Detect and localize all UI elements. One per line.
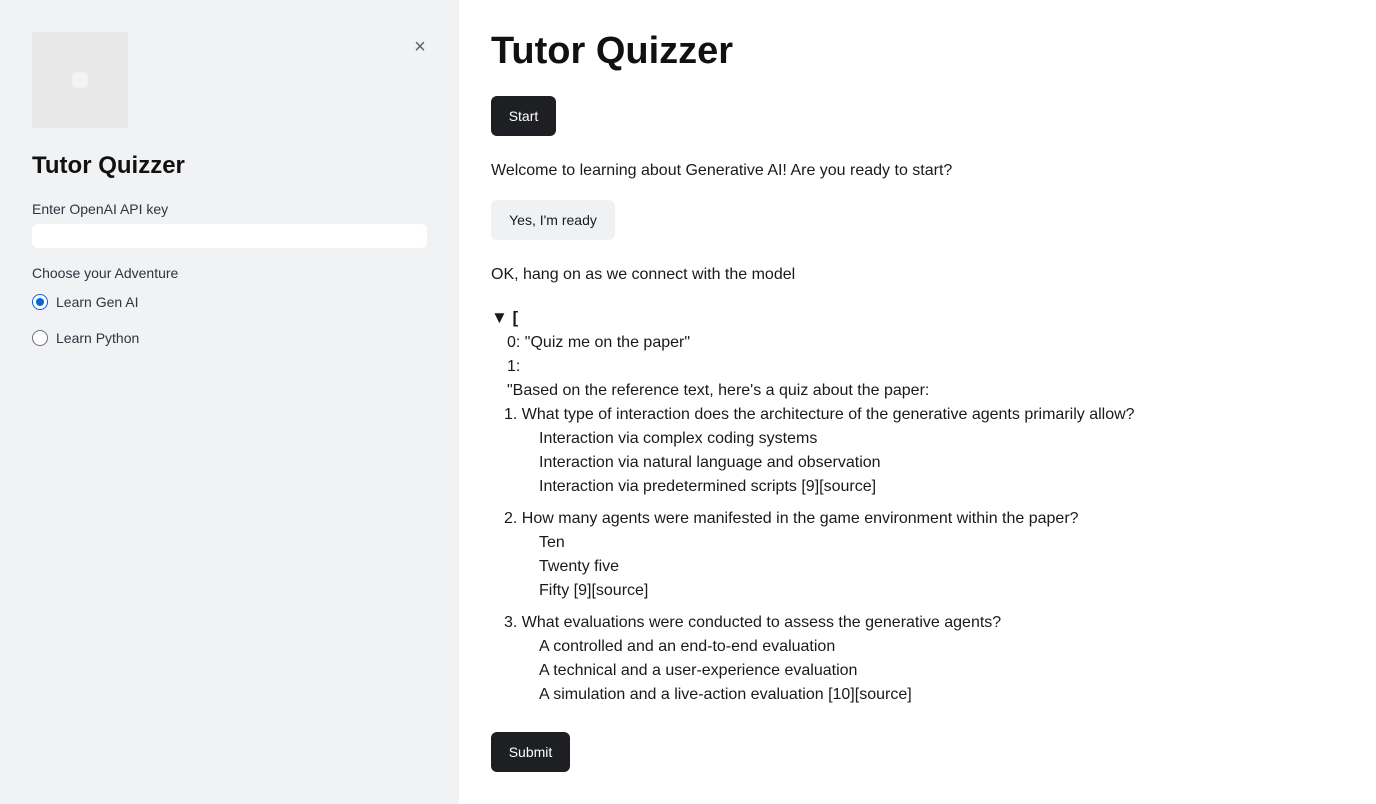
- quiz-option: A technical and a user-experience evalua…: [539, 662, 858, 679]
- quiz-option: Fifty [9][source]: [539, 582, 649, 599]
- logo-image: [32, 32, 128, 128]
- radio-selected-icon[interactable]: [32, 294, 48, 310]
- json-expand-toggle[interactable]: ▼ [: [491, 308, 518, 328]
- quiz-question-2: 2. How many agents were manifested in th…: [504, 510, 1079, 527]
- radio-label: Learn Gen AI: [56, 294, 139, 310]
- json-item-1-key: 1:: [507, 358, 521, 375]
- quiz-option: Ten: [539, 534, 565, 551]
- quiz-option: A controlled and an end-to-end evaluatio…: [539, 638, 836, 655]
- page-title: Tutor Quizzer: [491, 30, 734, 72]
- sidebar: × Tutor Quizzer Enter OpenAI API key Cho…: [0, 0, 459, 804]
- api-key-label: Enter OpenAI API key: [32, 201, 169, 217]
- close-sidebar-button[interactable]: ×: [410, 36, 430, 58]
- adventure-label: Choose your Adventure: [32, 265, 179, 281]
- app-window: × Tutor Quizzer Enter OpenAI API key Cho…: [0, 0, 1376, 804]
- json-item-0: 0: "Quiz me on the paper": [507, 334, 691, 351]
- quiz-option: Twenty five: [539, 558, 620, 575]
- quiz-option: Interaction via complex coding systems: [539, 430, 818, 447]
- radio-label: Learn Python: [56, 330, 140, 346]
- ready-button[interactable]: Yes, I'm ready: [491, 200, 615, 240]
- quiz-option: A simulation and a live-action evaluatio…: [539, 686, 912, 703]
- quiz-question-1: 1. What type of interaction does the arc…: [504, 406, 1135, 423]
- quiz-intro: "Based on the reference text, here's a q…: [507, 382, 930, 399]
- radio-learn-python[interactable]: Learn Python: [32, 328, 139, 348]
- welcome-message: Welcome to learning about Generative AI!…: [491, 162, 953, 179]
- submit-button[interactable]: Submit: [491, 732, 570, 772]
- quiz-option: Interaction via natural language and obs…: [539, 454, 881, 471]
- start-button[interactable]: Start: [491, 96, 556, 136]
- radio-learn-gen-ai[interactable]: Learn Gen AI: [32, 292, 139, 312]
- connect-message: OK, hang on as we connect with the model: [491, 266, 796, 283]
- quiz-option: Interaction via predetermined scripts [9…: [539, 478, 877, 495]
- logo-icon: [72, 72, 88, 88]
- sidebar-title: Tutor Quizzer: [32, 152, 185, 179]
- quiz-question-3: 3. What evaluations were conducted to as…: [504, 614, 1002, 631]
- radio-unselected-icon[interactable]: [32, 330, 48, 346]
- api-key-input[interactable]: [32, 224, 427, 248]
